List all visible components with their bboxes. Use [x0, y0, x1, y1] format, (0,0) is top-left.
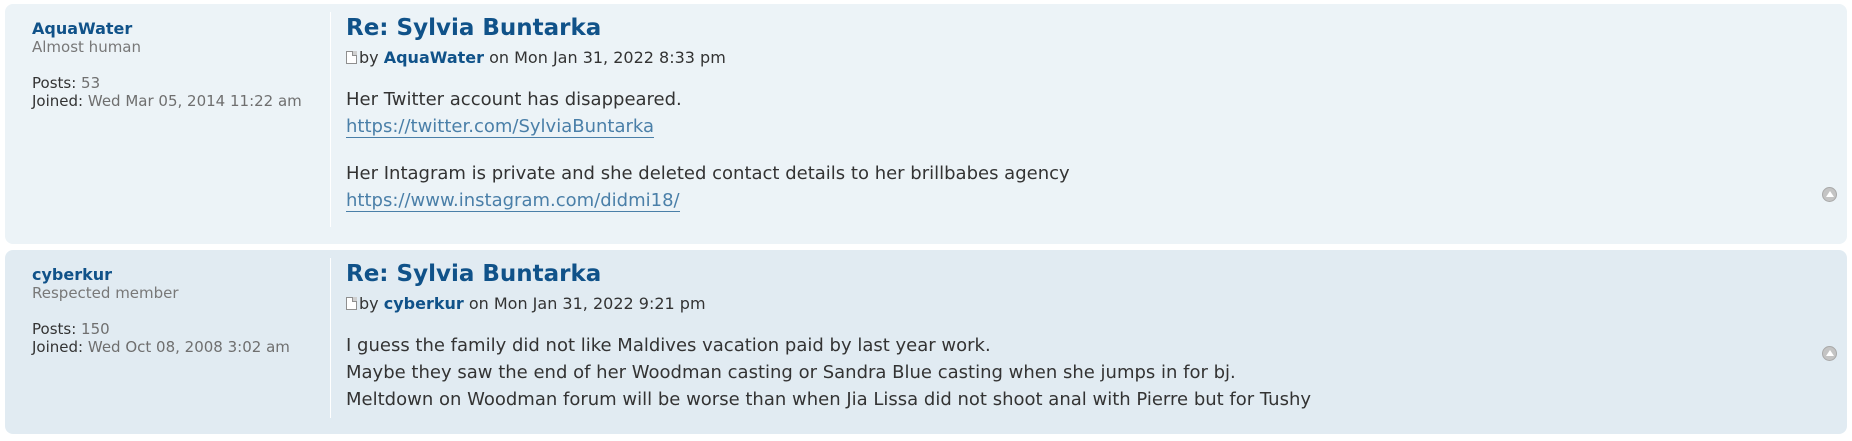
post-body: Re: Sylvia Buntarka by AquaWater on Mon …: [346, 14, 1826, 214]
author-username[interactable]: AquaWater: [32, 19, 132, 38]
post-date: on Mon Jan 31, 2022 9:21 pm: [468, 294, 706, 313]
joined-label: Joined:: [32, 338, 84, 356]
content-line: Meltdown on Woodman forum will be worse …: [346, 389, 1312, 410]
post-author-line: by cyberkur on Mon Jan 31, 2022 9:21 pm: [346, 294, 1826, 314]
author-username[interactable]: cyberkur: [32, 265, 112, 284]
divider: [330, 12, 331, 227]
joined-label: Joined:: [32, 92, 84, 110]
post: AquaWater Almost human Posts: 53 Joined:…: [5, 4, 1847, 244]
posts-label: Posts:: [32, 320, 77, 338]
divider: [330, 258, 331, 418]
post-profile: AquaWater Almost human Posts: 53 Joined:…: [32, 19, 322, 111]
post-icon[interactable]: [346, 51, 357, 64]
post-content: Her Twitter account has disappeared. htt…: [346, 86, 1826, 214]
post-author-line: by AquaWater on Mon Jan 31, 2022 8:33 pm: [346, 48, 1826, 68]
content-line: Maybe they saw the end of her Woodman ca…: [346, 362, 1236, 383]
instagram-link[interactable]: https://www.instagram.com/didmi18/: [346, 190, 680, 212]
post: cyberkur Respected member Posts: 150 Joi…: [5, 250, 1847, 434]
post-profile: cyberkur Respected member Posts: 150 Joi…: [32, 265, 322, 357]
posts-count: 150: [81, 320, 110, 338]
content-line: Her Twitter account has disappeared.: [346, 89, 682, 110]
by-label: by: [359, 294, 379, 313]
back-to-top-icon[interactable]: [1822, 346, 1837, 361]
post-icon[interactable]: [346, 297, 357, 310]
joined-date: Wed Mar 05, 2014 11:22 am: [87, 92, 302, 110]
by-label: by: [359, 48, 379, 67]
author-stats: Posts: 53 Joined: Wed Mar 05, 2014 11:22…: [32, 74, 322, 110]
author-rank: Almost human: [32, 38, 142, 56]
posts-count: 53: [81, 74, 101, 92]
post-author[interactable]: AquaWater: [384, 48, 484, 67]
post-title[interactable]: Re: Sylvia Buntarka: [346, 260, 1826, 288]
content-line: I guess the family did not like Maldives…: [346, 335, 991, 356]
back-to-top-icon[interactable]: [1822, 187, 1837, 202]
content-line: Her Intagram is private and she deleted …: [346, 163, 1070, 184]
post-title[interactable]: Re: Sylvia Buntarka: [346, 14, 1826, 42]
post-date: on Mon Jan 31, 2022 8:33 pm: [489, 48, 726, 67]
author-rank: Respected member: [32, 284, 179, 302]
twitter-link[interactable]: https://twitter.com/SylviaBuntarka: [346, 116, 655, 138]
joined-date: Wed Oct 08, 2008 3:02 am: [87, 338, 290, 356]
author-stats: Posts: 150 Joined: Wed Oct 08, 2008 3:02…: [32, 320, 322, 356]
post-content: I guess the family did not like Maldives…: [346, 332, 1826, 413]
post-author[interactable]: cyberkur: [384, 294, 464, 313]
posts-label: Posts:: [32, 74, 77, 92]
post-body: Re: Sylvia Buntarka by cyberkur on Mon J…: [346, 260, 1826, 413]
